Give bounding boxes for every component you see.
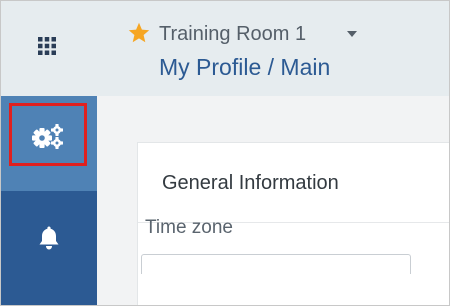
sidebar (1, 1, 97, 305)
gears-icon (32, 124, 63, 149)
card-title: General Information (162, 172, 339, 194)
apps-menu-area (1, 1, 97, 96)
sidebar-item-alerts[interactable] (1, 191, 97, 305)
time-zone-label: Time zone (145, 217, 233, 238)
card-header: General Information (138, 143, 449, 223)
bell-icon (39, 226, 59, 250)
time-zone-field[interactable] (141, 254, 411, 274)
main-content: General Information Time zone (97, 96, 449, 305)
page-header: Training Room 1 My Profile / Main (97, 1, 449, 96)
sidebar-item-settings[interactable] (1, 96, 97, 191)
grid-icon[interactable] (38, 37, 56, 55)
caret-down-icon[interactable] (347, 31, 357, 37)
room-selector[interactable]: Training Room 1 (159, 22, 306, 46)
star-icon[interactable] (128, 22, 150, 44)
page-title: My Profile / Main (159, 54, 331, 80)
app-frame: Training Room 1 My Profile / Main Genera… (0, 0, 450, 306)
